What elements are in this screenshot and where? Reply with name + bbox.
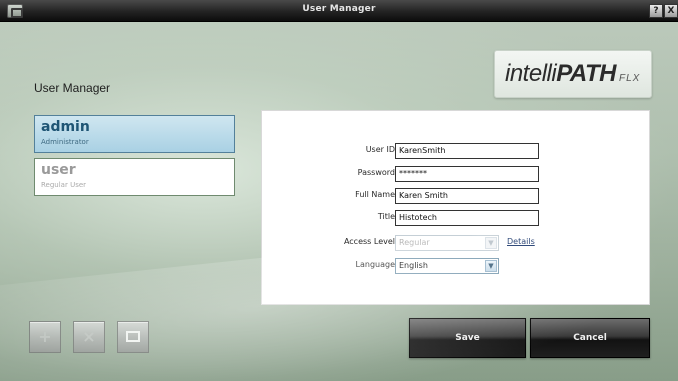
- title-row: Title Histotech: [262, 210, 651, 226]
- full-name-label: Full Name: [355, 190, 395, 199]
- product-logo: intelliPATH FLX: [494, 50, 652, 98]
- cancel-button[interactable]: Cancel: [530, 318, 650, 358]
- logo-text-intelli: intelli: [505, 60, 557, 87]
- details-link[interactable]: Details: [507, 237, 535, 246]
- chevron-down-icon[interactable]: ▼: [485, 260, 497, 272]
- full-name-row: Full Name Karen Smith: [262, 188, 651, 204]
- password-label: Password: [357, 168, 395, 177]
- user-id-row: User ID KarenSmith: [262, 143, 651, 159]
- language-select[interactable]: English ▼: [395, 258, 499, 274]
- logo-text-flx: FLX: [618, 73, 641, 84]
- title-input[interactable]: Histotech: [395, 210, 539, 226]
- password-row: Password *******: [262, 166, 651, 182]
- window-title: User Manager: [302, 4, 376, 14]
- chevron-down-icon: ▼: [485, 237, 497, 249]
- user-role: Administrator: [41, 138, 89, 146]
- user-role: Regular User: [41, 181, 87, 189]
- close-button[interactable]: X: [664, 4, 678, 18]
- password-input[interactable]: *******: [395, 166, 539, 182]
- edit-icon: [126, 331, 140, 342]
- title-bar: User Manager ? X: [0, 0, 678, 22]
- help-button[interactable]: ?: [649, 4, 663, 18]
- user-manager-window: User Manager ? X intelliPATH FLX User Man…: [0, 0, 678, 381]
- edit-user-button[interactable]: [117, 321, 149, 353]
- access-level-label: Access Level: [343, 237, 395, 246]
- user-name: user: [41, 162, 76, 178]
- language-value: English: [399, 261, 428, 270]
- logo-text-path: PATH: [556, 60, 616, 87]
- user-id-input[interactable]: KarenSmith: [395, 143, 539, 159]
- add-user-button[interactable]: +: [29, 321, 61, 353]
- user-details-panel: User ID KarenSmith Password ******* Full…: [261, 110, 650, 305]
- delete-user-button[interactable]: ×: [73, 321, 105, 353]
- plus-icon: +: [38, 327, 52, 346]
- page-title: User Manager: [34, 81, 111, 95]
- language-label: Language: [355, 260, 395, 269]
- access-level-value: Regular: [399, 238, 430, 247]
- language-row: Language English ▼: [262, 258, 651, 274]
- user-list-item-user[interactable]: user Regular User: [34, 158, 235, 196]
- user-id-label: User ID: [365, 145, 395, 154]
- access-level-row: Access Level Regular ▼ Details: [262, 235, 651, 251]
- user-list-item-admin[interactable]: admin Administrator: [34, 115, 235, 153]
- delete-icon: ×: [82, 327, 96, 346]
- access-level-select: Regular ▼: [395, 235, 499, 251]
- full-name-input[interactable]: Karen Smith: [395, 188, 539, 204]
- title-label: Title: [377, 212, 395, 221]
- user-name: admin: [41, 119, 90, 135]
- save-button[interactable]: Save: [409, 318, 526, 358]
